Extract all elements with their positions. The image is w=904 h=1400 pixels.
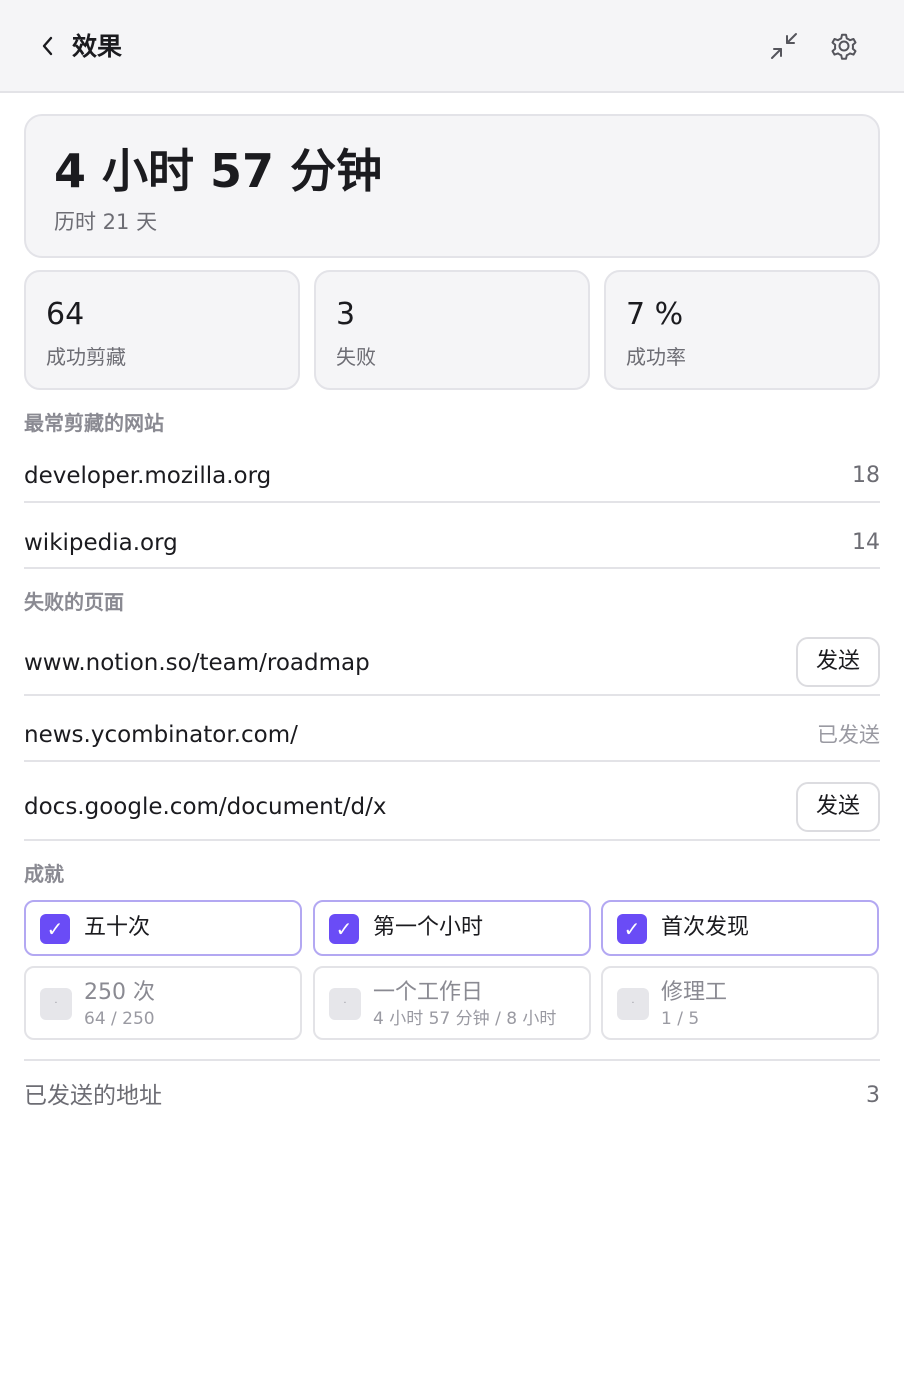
gear-icon: [831, 33, 857, 60]
page-title: 效果: [72, 32, 123, 61]
site-count: 18: [852, 463, 880, 488]
stat-card-failed: 3 失败: [314, 270, 590, 390]
sent-status: 已发送: [817, 723, 880, 747]
locked-icon: ·: [617, 988, 649, 1020]
chevron-left-icon: [42, 36, 53, 56]
checkmark-icon: ✓: [40, 914, 70, 944]
failed-page-row: docs.google.com/document/d/x 发送: [24, 762, 880, 841]
site-row[interactable]: developer.mozilla.org 18: [24, 448, 880, 503]
total-time: 4 小时 57 分钟: [54, 144, 383, 198]
sent-addresses-row[interactable]: 已发送的地址 3: [24, 1059, 880, 1129]
settings-button[interactable]: [826, 28, 862, 64]
period-label: 历时 21 天: [54, 210, 158, 234]
checkmark-icon: ✓: [329, 914, 359, 944]
locked-icon: ·: [329, 988, 361, 1020]
achievement-progress: 64 / 250: [84, 1009, 155, 1029]
achievement-label: 修理工: [661, 980, 728, 1005]
achievement-label: 250 次: [84, 980, 155, 1005]
achievement-label: 五十次: [84, 915, 151, 940]
achievement-label: 第一个小时: [373, 915, 484, 940]
stat-label: 成功剪藏: [46, 345, 126, 369]
stat-label: 成功率: [626, 345, 686, 369]
locked-icon: ·: [40, 988, 72, 1020]
achievement-locked: · 修理工 1 / 5: [601, 966, 879, 1040]
failed-page-url: docs.google.com/document/d/x: [24, 794, 387, 820]
sent-addresses-label: 已发送的地址: [24, 1083, 162, 1109]
failed-pages-title: 失败的页面: [24, 590, 124, 614]
send-button[interactable]: 发送: [796, 637, 880, 687]
site-row[interactable]: wikipedia.org 14: [24, 503, 880, 569]
stat-value: 7 %: [626, 297, 684, 332]
stat-card-success: 64 成功剪藏: [24, 270, 300, 390]
stat-value: 3: [336, 297, 356, 332]
achievement-unlocked: ✓ 首次发现: [601, 900, 879, 956]
achievement-label: 一个工作日: [373, 980, 484, 1005]
stat-card-rate: 7 % 成功率: [604, 270, 880, 390]
site-domain: wikipedia.org: [24, 530, 178, 556]
achievements-title: 成就: [24, 862, 64, 886]
collapse-button[interactable]: [766, 28, 802, 64]
achievement-progress: 4 小时 57 分钟 / 8 小时: [373, 1009, 557, 1029]
achievement-locked: · 250 次 64 / 250: [24, 966, 302, 1040]
failed-page-url: news.ycombinator.com/: [24, 722, 298, 748]
site-count: 14: [852, 530, 880, 555]
failed-page-url: www.notion.so/team/roadmap: [24, 650, 370, 676]
achievement-locked: · 一个工作日 4 小时 57 分钟 / 8 小时: [313, 966, 591, 1040]
sent-addresses-count: 3: [866, 1083, 880, 1108]
summary-card: 4 小时 57 分钟 历时 21 天: [24, 114, 880, 258]
achievement-progress: 1 / 5: [661, 1009, 700, 1029]
back-button[interactable]: [36, 33, 60, 59]
top-sites-title: 最常剪藏的网站: [24, 411, 164, 435]
failed-page-row: news.ycombinator.com/ 已发送: [24, 696, 880, 762]
checkmark-icon: ✓: [617, 914, 647, 944]
achievement-unlocked: ✓ 五十次: [24, 900, 302, 956]
send-button[interactable]: 发送: [796, 782, 880, 832]
collapse-arrows-icon: [771, 33, 797, 59]
site-domain: developer.mozilla.org: [24, 463, 272, 489]
app-header: 效果: [0, 0, 904, 93]
achievement-unlocked: ✓ 第一个小时: [313, 900, 591, 956]
failed-page-row: www.notion.so/team/roadmap 发送: [24, 630, 880, 696]
stat-label: 失败: [336, 345, 376, 369]
stat-value: 64: [46, 297, 85, 332]
achievement-label: 首次发现: [661, 915, 750, 940]
